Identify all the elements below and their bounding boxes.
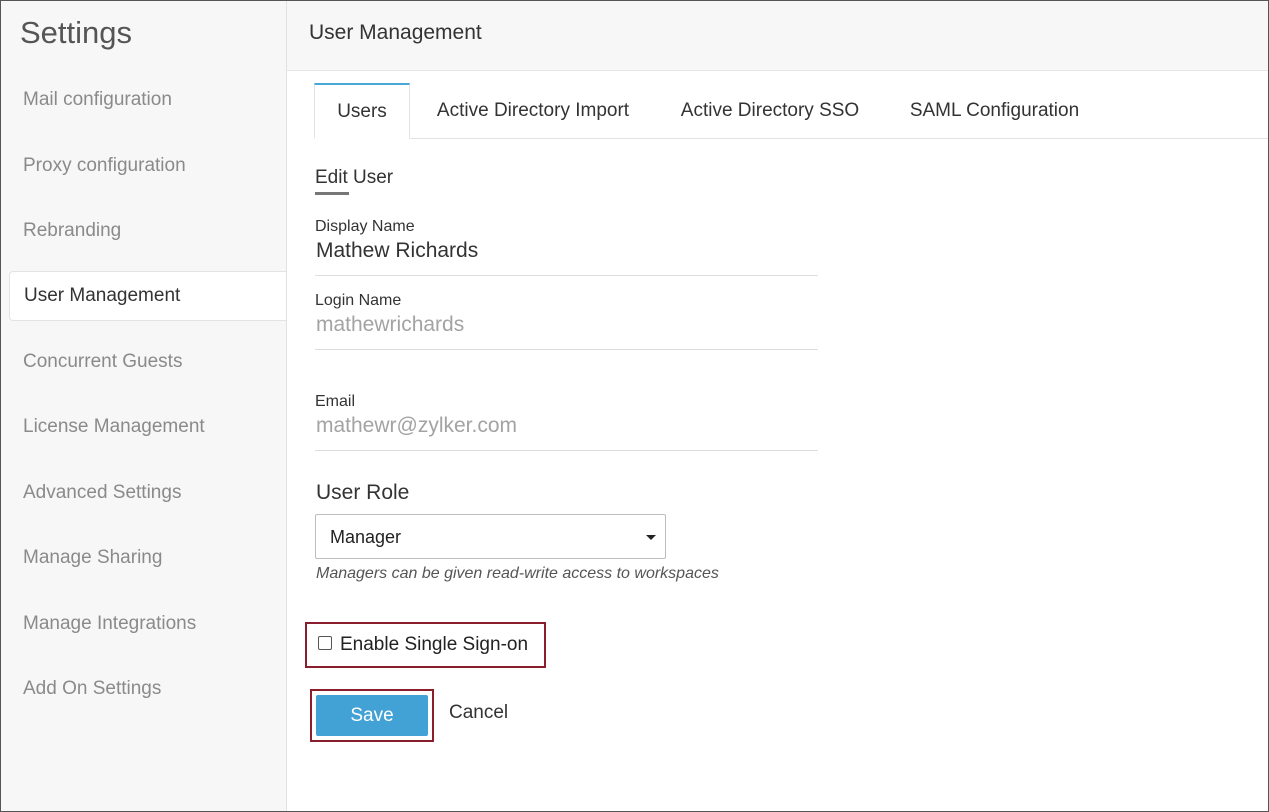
sidebar-title: Settings [20,15,133,50]
email-label: Email [315,393,356,410]
sidebar-item-manage-integrations[interactable]: Manage Integrations [9,599,286,649]
sidebar-item-concurrent-guests[interactable]: Concurrent Guests [9,337,286,387]
sidebar-item-advanced-settings[interactable]: Advanced Settings [9,468,286,518]
display-name-field[interactable]: Mathew Richards [316,239,478,263]
user-role-hint: Managers can be given read-write access … [316,565,719,582]
sso-highlight-box: Enable Single Sign-on [305,622,546,668]
user-role-label: User Role [316,481,410,504]
display-name-underline [315,275,818,276]
sidebar-item-mail-configuration[interactable]: Mail configuration [9,75,286,125]
sidebar-item-add-on-settings[interactable]: Add On Settings [9,664,286,714]
enable-sso-label[interactable]: Enable Single Sign-on [340,634,528,656]
sidebar: Settings Mail configuration Proxy config… [1,1,287,811]
sidebar-item-manage-sharing[interactable]: Manage Sharing [9,533,286,583]
cancel-button[interactable]: Cancel [449,702,508,724]
email-field: mathewr@zylker.com [316,414,518,437]
login-name-field: mathewrichards [316,313,465,336]
tab-active-directory-import[interactable]: Active Directory Import [410,83,656,138]
section-title-underline [315,192,349,195]
sidebar-item-rebranding[interactable]: Rebranding [9,206,286,256]
tab-saml-configuration[interactable]: SAML Configuration [884,83,1105,138]
page-title: User Management [309,21,482,44]
user-role-select[interactable]: Manager [315,514,666,559]
save-highlight-box: Save [310,689,434,742]
sidebar-item-user-management[interactable]: User Management [9,271,286,321]
enable-sso-checkbox[interactable] [318,636,332,650]
login-name-underline [315,349,818,350]
section-title-edit-user: Edit User [315,167,394,188]
email-underline [315,450,818,451]
tab-active-directory-sso[interactable]: Active Directory SSO [656,83,884,138]
page-header: User Management [287,1,1268,71]
chevron-down-icon [646,535,656,540]
sidebar-item-proxy-configuration[interactable]: Proxy configuration [9,141,286,191]
tab-users[interactable]: Users [314,83,410,139]
user-role-selected-value: Manager [330,527,402,547]
login-name-label: Login Name [315,292,402,309]
app-window: Settings Mail configuration Proxy config… [0,0,1269,812]
sidebar-item-license-management[interactable]: License Management [9,402,286,452]
save-button[interactable]: Save [316,695,428,736]
tab-bar: Users Active Directory Import Active Dir… [314,83,1268,139]
display-name-label: Display Name [315,218,415,235]
